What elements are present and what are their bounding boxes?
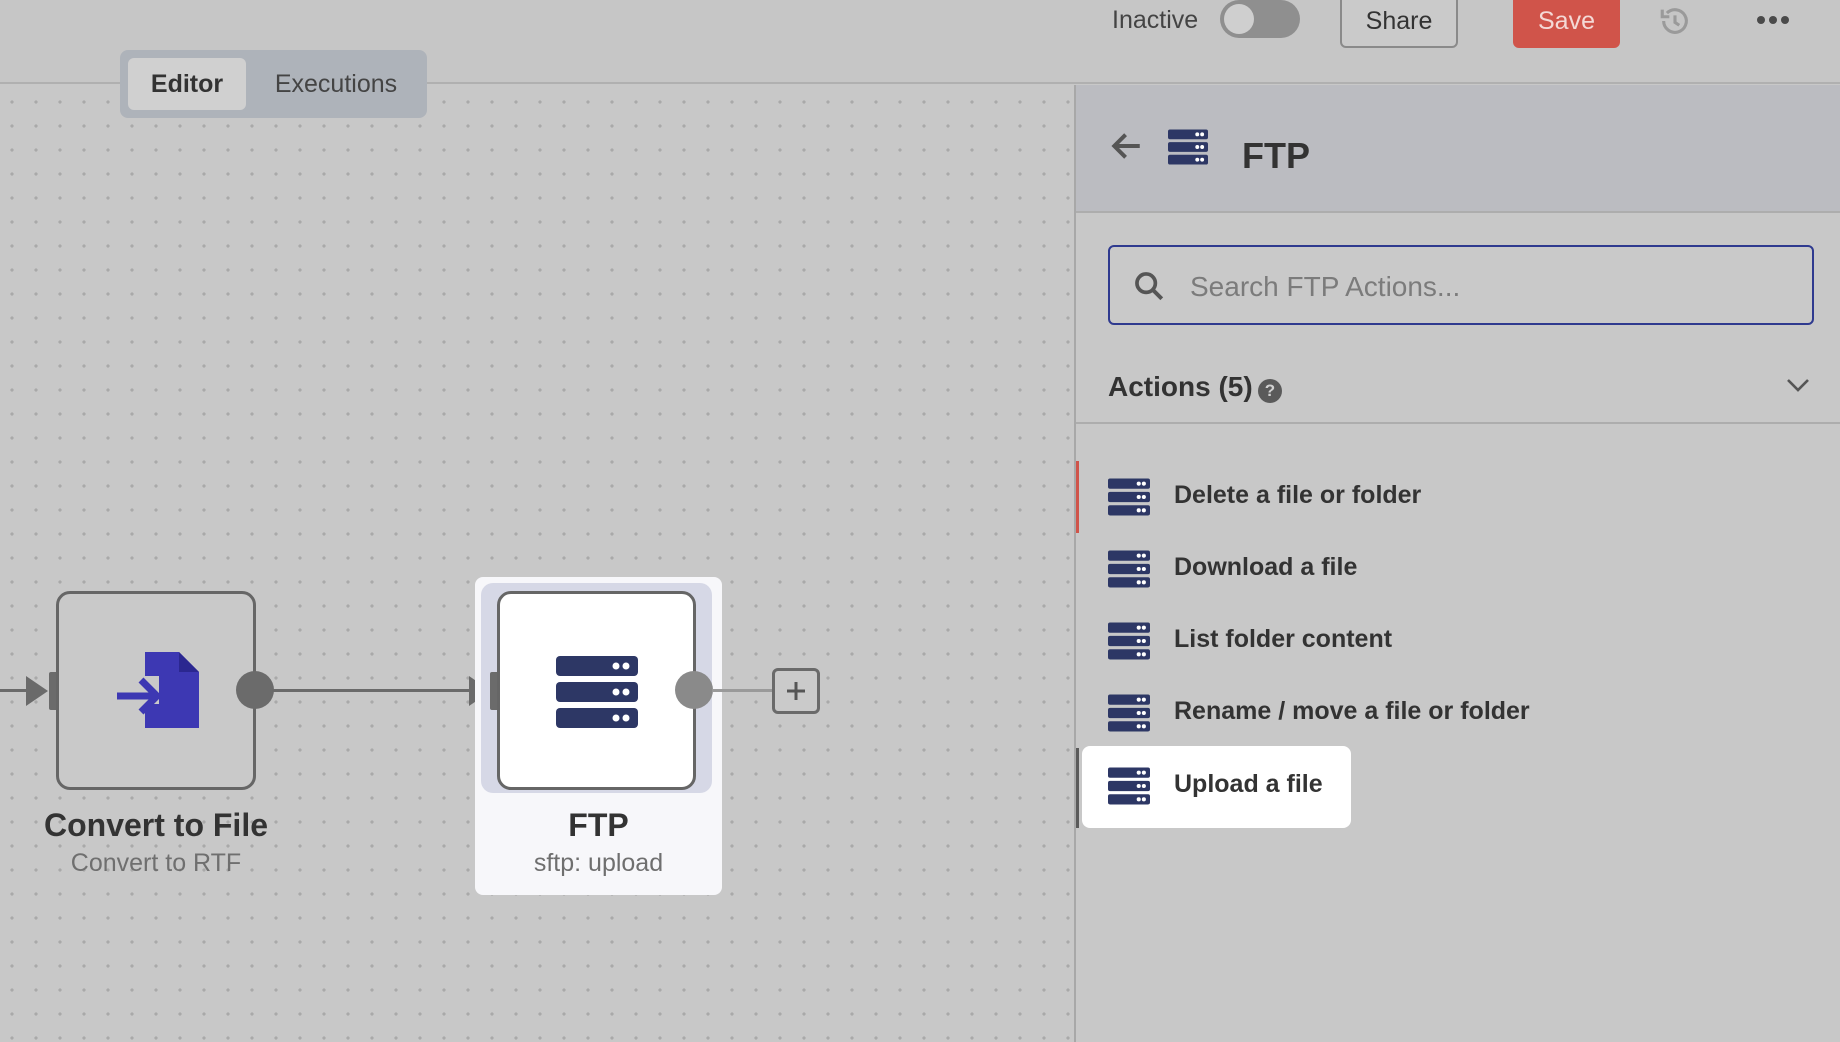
output-handle[interactable] — [675, 671, 713, 709]
server-icon — [1108, 767, 1150, 805]
search-actions-input[interactable] — [1188, 261, 1792, 313]
action-label: Download a file — [1174, 553, 1358, 581]
server-icon — [1108, 478, 1150, 516]
selection-indicator — [1076, 748, 1079, 828]
action-delete-file-or-folder[interactable]: Delete a file or folder — [1076, 461, 1429, 533]
node-convert-to-file[interactable] — [56, 591, 256, 790]
action-label: Rename / move a file or folder — [1174, 697, 1530, 725]
active-toggle[interactable] — [1220, 0, 1300, 38]
connection-line — [272, 689, 472, 692]
more-options-icon[interactable] — [1756, 8, 1790, 32]
search-actions-box — [1108, 245, 1814, 325]
action-list-folder-content[interactable]: List folder content — [1076, 605, 1426, 677]
server-icon — [556, 656, 638, 728]
server-icon — [1108, 694, 1150, 732]
action-label: Delete a file or folder — [1174, 481, 1422, 509]
connection-line — [712, 689, 772, 692]
add-node-button[interactable] — [772, 668, 820, 714]
workflow-canvas[interactable]: Convert to File Convert to RTF FTP sftp:… — [0, 85, 1074, 1042]
node-subtitle: sftp: upload — [533, 849, 664, 877]
arrow-head-icon — [26, 676, 48, 706]
node-creator-panel: FTP Actions (5) ? Delete a file or folde… — [1074, 85, 1840, 1042]
action-rename-move-file-or-folder[interactable]: Rename / move a file or folder — [1076, 677, 1530, 749]
view-tabs: Editor Executions — [120, 50, 427, 118]
node-subtitle: Convert to RTF — [70, 849, 242, 877]
node-title: Convert to File — [43, 807, 268, 843]
save-button[interactable]: Save — [1513, 0, 1620, 48]
panel-header: FTP — [1076, 85, 1840, 213]
help-icon[interactable]: ? — [1258, 379, 1282, 403]
action-label: Upload a file — [1174, 770, 1323, 798]
panel-title: FTP — [1242, 135, 1310, 176]
back-arrow-icon[interactable] — [1110, 129, 1144, 163]
plus-icon — [787, 682, 805, 700]
server-icon — [1108, 550, 1150, 588]
node-title: FTP — [568, 807, 629, 843]
actions-section-header: Actions (5) — [1108, 371, 1253, 402]
server-icon — [1168, 129, 1208, 165]
workflow-status-label: Inactive — [1112, 6, 1199, 34]
action-label: List folder content — [1174, 625, 1393, 653]
action-upload-file[interactable]: Upload a file — [1082, 746, 1351, 828]
node-ftp[interactable] — [497, 591, 696, 790]
action-download-file[interactable]: Download a file — [1076, 533, 1426, 605]
tab-executions[interactable]: Executions — [256, 58, 416, 110]
search-icon — [1135, 272, 1164, 301]
divider — [1076, 422, 1840, 424]
toggle-knob — [1224, 4, 1254, 34]
output-handle[interactable] — [236, 671, 274, 709]
file-import-icon — [117, 652, 199, 728]
tab-editor[interactable]: Editor — [128, 58, 246, 110]
share-button[interactable]: Share — [1340, 0, 1458, 48]
server-icon — [1108, 622, 1150, 660]
history-icon[interactable] — [1658, 4, 1692, 38]
chevron-down-icon[interactable] — [1784, 375, 1812, 395]
